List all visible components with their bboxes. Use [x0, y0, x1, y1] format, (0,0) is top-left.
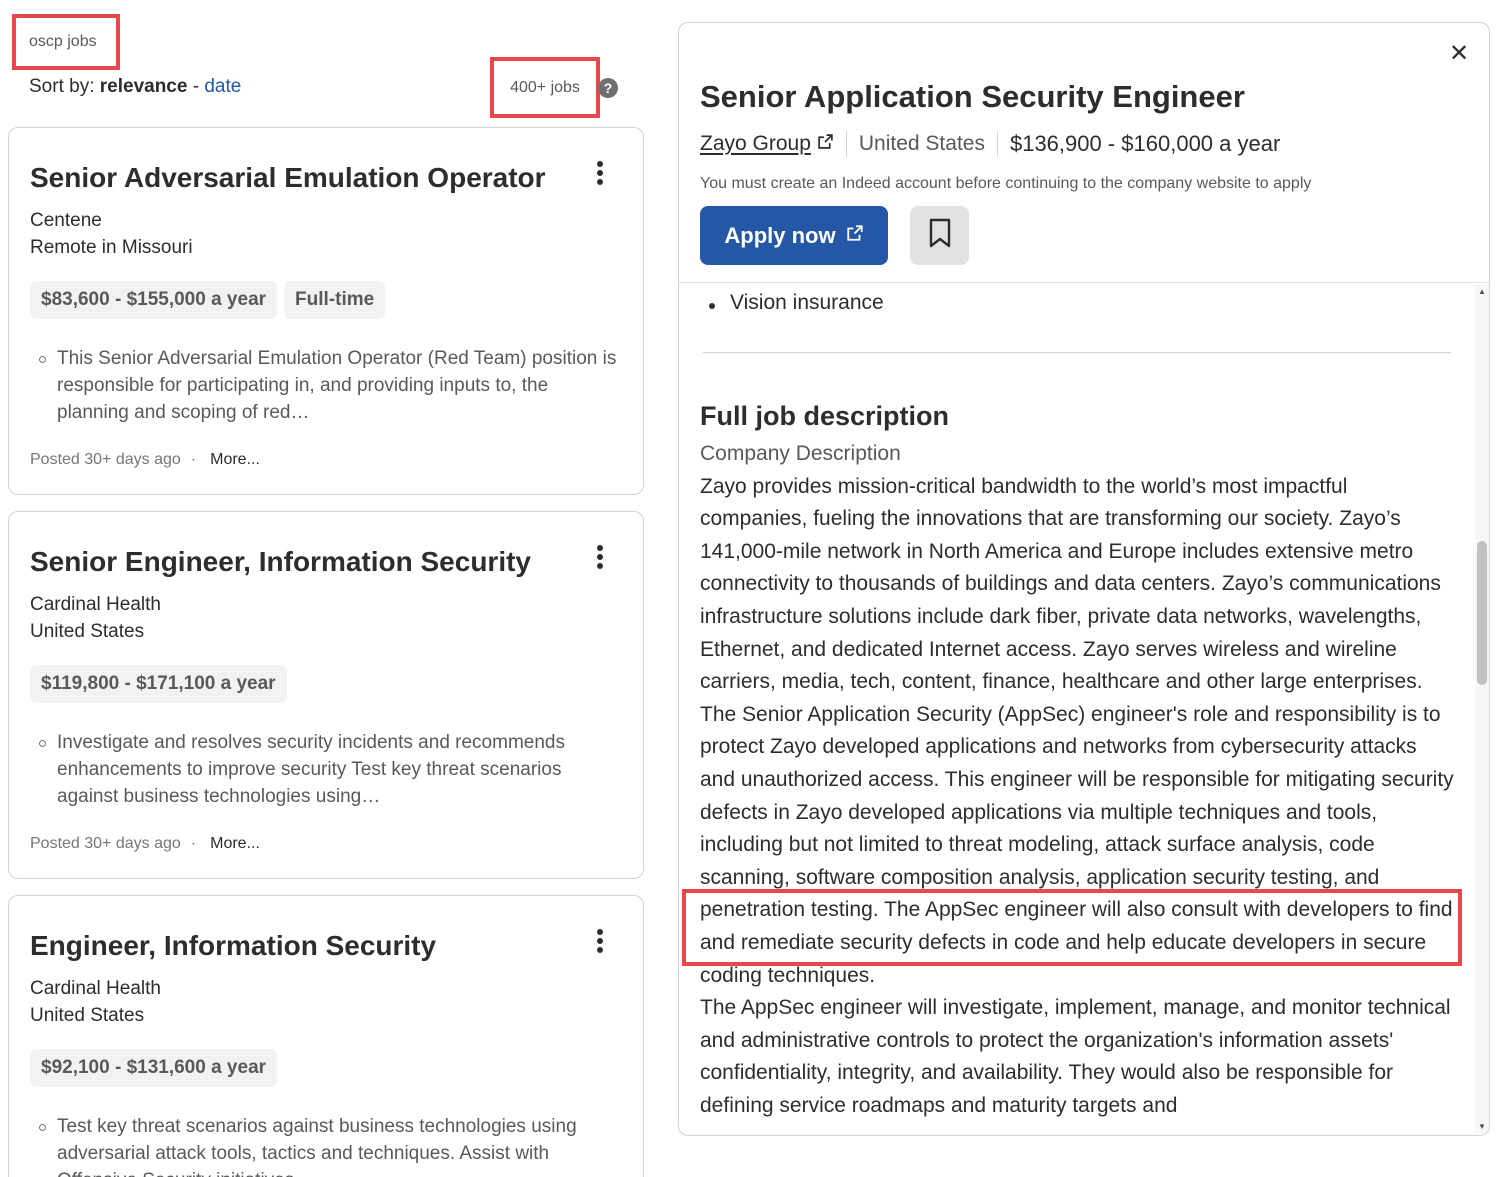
posted-row: Posted 30+ days ago · More... — [30, 835, 260, 852]
job-card[interactable]: Senior Adversarial Emulation Operator Ce… — [8, 127, 644, 495]
benefit-item: Vision insurance — [708, 291, 884, 315]
job-snippet: This Senior Adversarial Emulation Operat… — [39, 345, 617, 426]
sort-separator: - — [192, 76, 200, 97]
detail-company-link[interactable]: Zayo Group — [700, 132, 811, 156]
posted-date: Posted 30+ days ago — [30, 835, 181, 852]
description-paragraph: The AppSec engineer will investigate, im… — [700, 996, 1451, 1117]
salary-tag: $119,800 - $171,100 a year — [30, 665, 287, 703]
help-icon[interactable]: ? — [598, 78, 618, 98]
job-location: United States — [30, 1005, 145, 1026]
job-card[interactable]: Engineer, Information Security Cardinal … — [8, 895, 644, 1177]
apply-now-button[interactable]: Apply now — [700, 206, 888, 265]
section-divider — [703, 352, 1451, 353]
detail-job-title: Senior Application Security Engineer — [700, 79, 1245, 114]
salary-tag: $83,600 - $155,000 a year — [30, 281, 278, 319]
company-name: Cardinal Health — [30, 594, 161, 615]
sort-controls: Sort by: relevance - date — [29, 76, 241, 98]
save-job-button[interactable] — [910, 206, 969, 265]
meta-divider — [996, 131, 998, 157]
kebab-menu-icon[interactable] — [591, 158, 609, 188]
sort-date-link[interactable]: date — [204, 76, 241, 97]
job-tags: $119,800 - $171,100 a year — [30, 665, 287, 703]
detail-location: United States — [858, 132, 985, 155]
kebab-menu-icon[interactable] — [591, 542, 609, 572]
kebab-menu-icon[interactable] — [591, 926, 609, 956]
posted-row: Posted 30+ days ago · More... — [30, 451, 260, 468]
description-paragraph: Zayo provides mission-critical bandwidth… — [700, 474, 1441, 694]
search-query-annotation: oscp jobs — [12, 14, 120, 70]
job-location: Remote in Missouri — [30, 237, 193, 258]
company-name: Centene — [30, 210, 102, 231]
job-snippet: Investigate and resolves security incide… — [39, 729, 617, 810]
detail-company-name[interactable]: Zayo Group — [700, 132, 811, 155]
job-detail-panel: ✕ Senior Application Security Engineer Z… — [678, 22, 1490, 1136]
salary-tag: $92,100 - $131,600 a year — [30, 1049, 278, 1087]
scrollbar-thumb[interactable] — [1477, 541, 1487, 685]
job-description-body: Company Description Zayo provides missio… — [700, 438, 1456, 1122]
sort-label: Sort by: — [29, 76, 95, 97]
description-paragraph: The Senior Application Security (AppSec)… — [700, 702, 1454, 987]
full-description-heading: Full job description — [700, 401, 949, 431]
external-link-icon[interactable] — [817, 133, 834, 155]
sort-relevance[interactable]: relevance — [100, 76, 188, 97]
apply-notice: You must create an Indeed account before… — [700, 175, 1312, 192]
bookmark-icon[interactable] — [928, 218, 952, 253]
more-link[interactable]: More... — [210, 835, 260, 852]
more-link[interactable]: More... — [210, 451, 260, 468]
meta-divider — [845, 131, 847, 157]
description-scrollbar[interactable]: ▲ ▼ — [1475, 285, 1489, 1133]
job-title[interactable]: Engineer, Information Security — [30, 930, 436, 962]
company-description-heading: Company Description — [700, 442, 901, 465]
external-link-icon[interactable] — [846, 224, 864, 247]
job-title[interactable]: Senior Adversarial Emulation Operator — [30, 162, 546, 194]
job-count-annotation: 400+ jobs — [490, 57, 600, 118]
job-tags: $83,600 - $155,000 a year Full-time — [30, 281, 386, 319]
job-tags: $92,100 - $131,600 a year — [30, 1049, 278, 1087]
job-location: United States — [30, 621, 145, 642]
job-title[interactable]: Senior Engineer, Information Security — [30, 546, 531, 578]
job-card[interactable]: Senior Engineer, Information Security Ca… — [8, 511, 644, 879]
scroll-down-arrow-icon[interactable]: ▼ — [1478, 1122, 1486, 1131]
job-count: 400+ jobs — [510, 78, 580, 96]
detail-meta: Zayo Group United States $136,900 - $160… — [700, 131, 1280, 157]
job-type-tag: Full-time — [284, 281, 386, 319]
job-description-scroll[interactable]: Vision insurance Full job description Co… — [679, 283, 1489, 1135]
close-icon[interactable]: ✕ — [1449, 39, 1469, 68]
company-name: Cardinal Health — [30, 978, 161, 999]
detail-salary: $136,900 - $160,000 a year — [1009, 131, 1281, 156]
posted-date: Posted 30+ days ago — [30, 451, 181, 468]
scroll-up-arrow-icon[interactable]: ▲ — [1478, 287, 1486, 296]
job-snippet: Test key threat scenarios against busine… — [39, 1113, 617, 1177]
search-query-text: oscp jobs — [29, 33, 97, 50]
apply-now-label[interactable]: Apply now — [724, 223, 835, 249]
